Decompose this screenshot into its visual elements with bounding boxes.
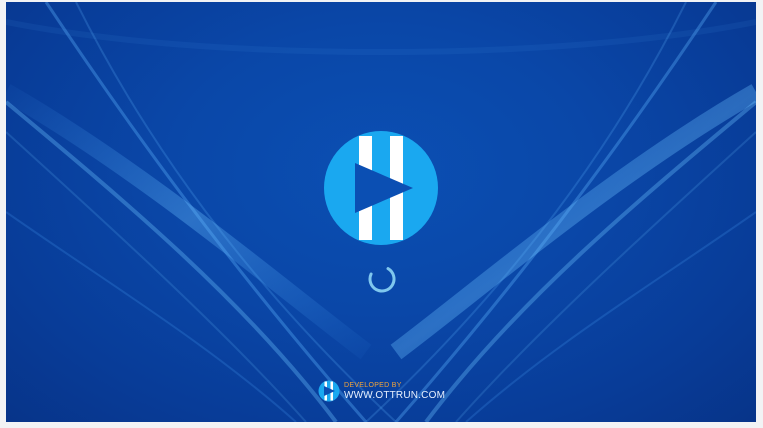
play-logo-icon: [324, 131, 438, 245]
ottrun-logo-icon: [318, 380, 340, 402]
developer-credit: DEVELOPED BY WWW.OTTRUN.COM: [318, 380, 445, 402]
splash-screen: DEVELOPED BY WWW.OTTRUN.COM: [6, 2, 756, 422]
developer-url: WWW.OTTRUN.COM: [344, 389, 446, 401]
loading-spinner-icon: [368, 265, 396, 293]
developer-credit-text: DEVELOPED BY WWW.OTTRUN.COM: [344, 382, 445, 401]
developed-by-label: DEVELOPED BY: [344, 381, 402, 389]
